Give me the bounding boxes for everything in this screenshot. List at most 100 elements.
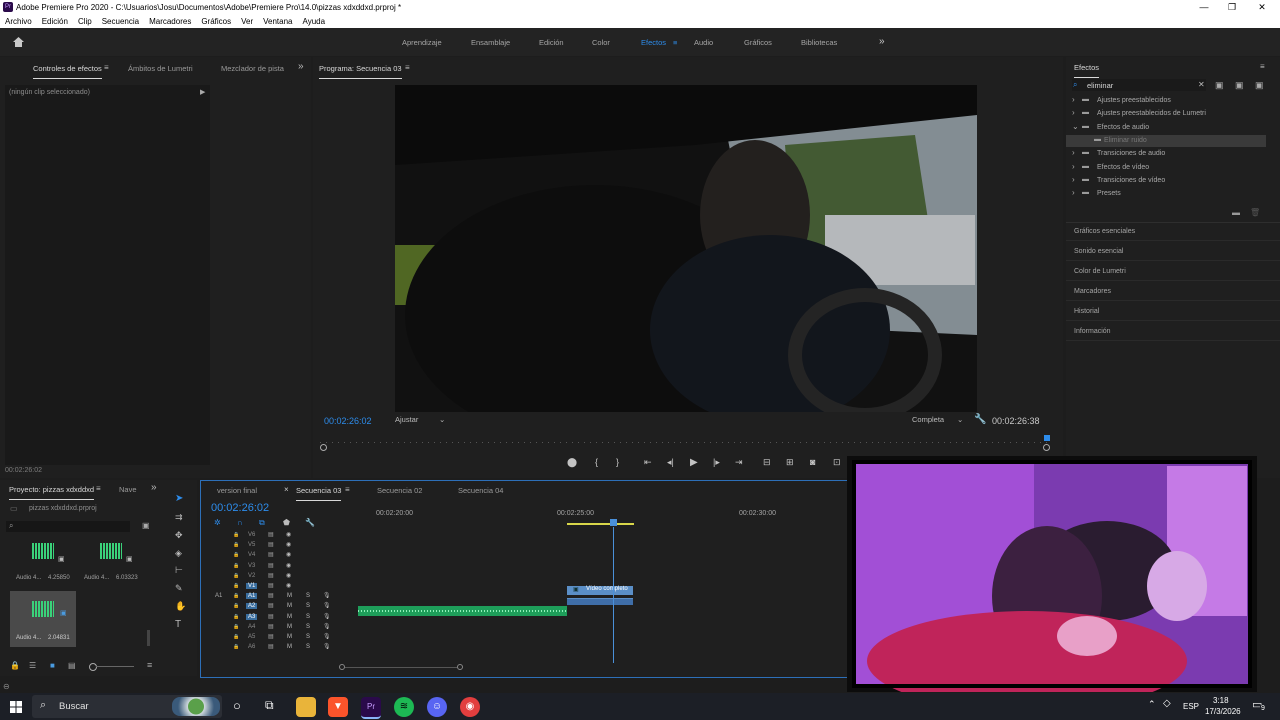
collapsed-panel-5[interactable]: Información <box>1074 328 1111 335</box>
mute-button[interactable]: M <box>287 603 292 609</box>
sync-lock-icon[interactable]: ▤ <box>268 592 274 599</box>
lift-icon[interactable]: ⊟ <box>763 457 771 468</box>
tab-lumetri-scopes[interactable]: Ámbitos de Lumetri <box>128 64 193 73</box>
workspace-edicion[interactable]: Edición <box>539 38 564 47</box>
toggle-output-eye-icon[interactable]: ◉ <box>286 551 291 558</box>
workspace-ensamblaje[interactable]: Ensamblaje <box>471 38 510 47</box>
accelerated-effects-icon[interactable]: ▣ <box>1215 80 1224 91</box>
solo-button[interactable]: S <box>306 634 310 640</box>
track-name[interactable]: A3 <box>246 613 258 620</box>
solo-button[interactable]: S <box>306 624 310 630</box>
minimize-button[interactable]: — <box>1190 0 1218 15</box>
effects-tree-item[interactable]: › ▬ Transiciones de vídeo <box>1066 175 1266 187</box>
notifications-button[interactable]: ▭ 9 <box>1252 698 1268 714</box>
workspace-audio[interactable]: Audio <box>694 38 713 47</box>
track-name[interactable]: V2 <box>246 573 257 579</box>
menu-ver[interactable]: Ver <box>236 15 258 28</box>
toggle-output-eye-icon[interactable]: ◉ <box>286 541 291 548</box>
track-name[interactable]: A1 <box>246 593 258 600</box>
obs-icon[interactable]: ◉ <box>460 697 480 717</box>
program-menu-icon[interactable]: ≡ <box>405 63 410 72</box>
source-patch-label[interactable]: A1 <box>215 593 222 599</box>
effects-tree-item[interactable]: › ▬ Ajustes preestablecidos de Lumetri <box>1066 108 1266 120</box>
collapsed-panel-3[interactable]: Marcadores <box>1074 288 1111 295</box>
program-timecode[interactable]: 00:02:26:02 <box>324 416 372 426</box>
close-button[interactable]: ✕ <box>1248 0 1276 15</box>
chevron-down-icon[interactable]: ⌄ <box>1072 122 1079 131</box>
sync-lock-icon[interactable]: ▤ <box>268 623 274 630</box>
freeform-view-icon[interactable]: ▤ <box>68 661 76 670</box>
windows-start-icon[interactable] <box>10 701 22 713</box>
menu-graficos[interactable]: Gráficos <box>196 15 236 28</box>
clear-search-icon[interactable]: ✕ <box>1198 80 1205 89</box>
sync-lock-icon[interactable]: ▤ <box>268 582 274 589</box>
track-select-tool-icon[interactable]: ⇉ <box>175 512 183 523</box>
mute-button[interactable]: M <box>287 593 292 599</box>
collapsed-panel-1[interactable]: Sonido esencial <box>1074 248 1123 255</box>
chevron-right-icon[interactable]: › <box>1072 148 1075 157</box>
slip-tool-icon[interactable]: ⊢ <box>175 565 183 576</box>
list-view-icon[interactable]: ☰ <box>29 661 36 670</box>
video-clip[interactable]: ▣ Vídeo completo <box>567 586 633 595</box>
new-bin-icon[interactable]: ▣ <box>142 521 150 530</box>
track-lock-icon[interactable]: 🔒 <box>233 532 239 538</box>
voiceover-mic-icon[interactable]: 🎙 <box>323 623 331 630</box>
track-name[interactable]: A6 <box>246 644 257 650</box>
effects-tree-item[interactable]: › ▬ Efectos de vídeo <box>1066 162 1266 174</box>
project-item[interactable]: ▣ Audio 4... 4.25850 <box>10 537 76 583</box>
toggle-output-eye-icon[interactable]: ◉ <box>286 582 291 589</box>
mute-button[interactable]: M <box>287 614 292 620</box>
project-item-selected[interactable]: ▣ Audio 4... 2.04831 <box>10 591 76 647</box>
expand-arrow-icon[interactable]: ▶ <box>200 88 205 96</box>
snap-icon[interactable]: ∩ <box>237 518 243 527</box>
tab-audio-track-mixer[interactable]: Mezclador de pista <box>221 64 284 73</box>
nest-icon[interactable]: ✲ <box>214 518 221 527</box>
voiceover-mic-icon[interactable]: 🎙 <box>323 613 331 620</box>
linked-selection-icon[interactable]: ⧉ <box>259 518 265 528</box>
effects-tree-item[interactable]: › ▬ Transiciones de audio <box>1066 148 1266 160</box>
sort-icon[interactable]: ≡ <box>147 660 152 670</box>
sync-lock-icon[interactable]: ▤ <box>268 531 274 538</box>
audio-clip-selected[interactable] <box>567 599 633 605</box>
tab-secuencia-02[interactable]: Secuencia 02 <box>377 486 422 495</box>
workspace-aprendizaje[interactable]: Aprendizaje <box>402 38 442 47</box>
yuv-effects-icon[interactable]: ▣ <box>1255 80 1264 91</box>
track-name[interactable]: A5 <box>246 634 257 640</box>
home-icon[interactable] <box>12 36 25 48</box>
maximize-button[interactable]: ❐ <box>1218 0 1246 15</box>
effects-search-input[interactable]: ⌕ eliminar ✕ <box>1072 79 1206 91</box>
add-marker-icon[interactable]: ⬤ <box>567 457 577 468</box>
effects-tree-item[interactable]: › ▬ Ajustes preestablecidos <box>1066 95 1266 107</box>
lock-icon[interactable]: 🔒 <box>10 661 20 670</box>
track-name[interactable]: V4 <box>246 552 257 558</box>
mark-out-icon[interactable]: } <box>616 457 619 467</box>
file-explorer-icon[interactable] <box>296 697 316 717</box>
track-lock-icon[interactable]: 🔒 <box>233 634 239 640</box>
spotify-icon[interactable]: ≋ <box>394 697 414 717</box>
hand-tool-icon[interactable]: ✋ <box>175 601 186 612</box>
sync-lock-icon[interactable]: ▤ <box>268 551 274 558</box>
menu-ayuda[interactable]: Ayuda <box>298 15 331 28</box>
project-scrollbar[interactable] <box>147 630 150 646</box>
taskbar-search-box[interactable]: ⌕ Buscar <box>32 695 222 718</box>
chevron-right-icon[interactable]: › <box>1072 188 1075 197</box>
icon-view-icon[interactable]: ■ <box>50 661 55 670</box>
project-overflow-icon[interactable]: » <box>151 482 157 493</box>
track-name[interactable]: V1 <box>246 583 258 589</box>
tab-version-final[interactable]: version final <box>217 486 257 495</box>
taskbar-date[interactable]: 17/3/2026 <box>1205 707 1241 716</box>
brave-browser-icon[interactable]: ▼ <box>328 697 348 717</box>
solo-button[interactable]: S <box>306 644 310 650</box>
workspace-graficos[interactable]: Gráficos <box>744 38 772 47</box>
project-item[interactable]: ▣ Audio 4... 6.03323 <box>78 537 144 583</box>
project-search-input[interactable]: ⌕ <box>6 521 130 532</box>
work-area-bar[interactable] <box>567 523 634 525</box>
tab-effect-controls[interactable]: Controles de efectos <box>33 64 102 79</box>
menu-archivo[interactable]: Archivo <box>0 15 37 28</box>
tab-navigator[interactable]: Nave <box>119 485 137 494</box>
cortana-icon[interactable]: ○ <box>233 698 241 713</box>
chevron-right-icon[interactable]: › <box>1072 175 1075 184</box>
timeline-horizontal-scrollbar[interactable] <box>339 664 463 670</box>
discord-icon[interactable]: ☺ <box>427 697 447 717</box>
step-back-icon[interactable]: ◂| <box>667 457 674 468</box>
